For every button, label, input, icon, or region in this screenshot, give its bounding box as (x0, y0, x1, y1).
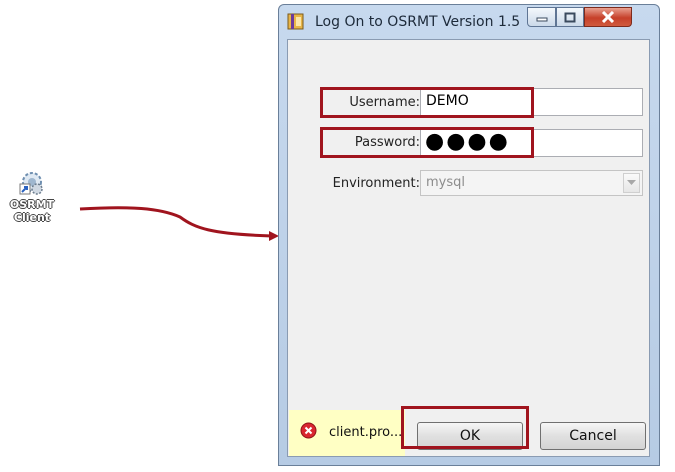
title-bar[interactable]: Log On to OSRMT Version 1.5 (279, 5, 659, 35)
maximize-button[interactable] (556, 7, 584, 27)
password-highlight (320, 127, 534, 158)
ok-button-highlight (401, 406, 529, 449)
window-title: Log On to OSRMT Version 1.5 (315, 14, 521, 30)
gear-shortcut-icon (19, 170, 45, 196)
app-icon (287, 13, 305, 35)
environment-label: Environment: (332, 176, 420, 191)
error-icon (300, 422, 317, 443)
maximize-icon (557, 8, 583, 26)
shortcut-label: OSRMT Client (9, 198, 55, 224)
close-icon (585, 8, 631, 26)
environment-select[interactable]: mysql (420, 170, 643, 196)
close-button[interactable] (584, 7, 632, 27)
logon-dialog: Log On to OSRMT Version 1.5 Username: DE… (278, 4, 660, 466)
username-highlight (320, 87, 534, 118)
minimize-button[interactable] (527, 7, 556, 27)
environment-value: mysql (426, 175, 465, 190)
cancel-button[interactable]: Cancel (540, 422, 646, 450)
status-text: client.pro... (329, 425, 403, 440)
minimize-icon (528, 8, 555, 26)
status-notification[interactable]: client.pro... (289, 410, 405, 456)
chevron-down-icon[interactable] (623, 173, 640, 193)
osrmt-client-shortcut[interactable]: OSRMT Client (6, 170, 58, 224)
